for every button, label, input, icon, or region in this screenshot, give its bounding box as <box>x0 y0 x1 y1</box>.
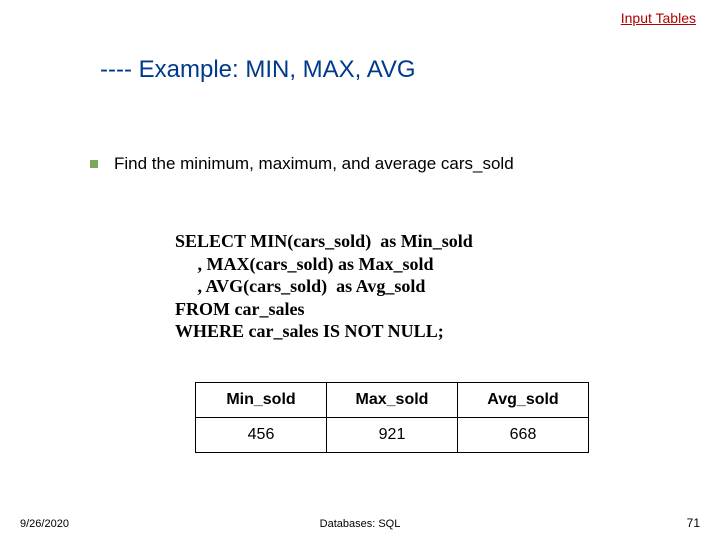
sql-line: WHERE car_sales IS NOT NULL; <box>175 321 444 341</box>
sql-line: , AVG(cars_sold) as Avg_sold <box>175 276 425 296</box>
table-cell: 921 <box>327 418 458 453</box>
bullet-item: Find the minimum, maximum, and average c… <box>90 154 514 174</box>
col-header: Min_sold <box>196 383 327 418</box>
bullet-text: Find the minimum, maximum, and average c… <box>114 154 514 174</box>
sql-line: SELECT MIN(cars_sold) as Min_sold <box>175 231 473 251</box>
result-table: Min_sold Max_sold Avg_sold 456 921 668 <box>195 382 589 453</box>
footer-page-number: 71 <box>687 516 700 530</box>
footer-title: Databases: SQL <box>0 518 720 530</box>
square-bullet-icon <box>90 160 98 168</box>
sql-line: , MAX(cars_sold) as Max_sold <box>175 254 434 274</box>
col-header: Avg_sold <box>458 383 589 418</box>
table-row: 456 921 668 <box>196 418 589 453</box>
table-cell: 668 <box>458 418 589 453</box>
sql-line: FROM car_sales <box>175 299 304 319</box>
table-header-row: Min_sold Max_sold Avg_sold <box>196 383 589 418</box>
page-title: ---- Example: MIN, MAX, AVG <box>100 56 416 84</box>
table-cell: 456 <box>196 418 327 453</box>
input-tables-link[interactable]: Input Tables <box>621 10 696 26</box>
col-header: Max_sold <box>327 383 458 418</box>
sql-code-block: SELECT MIN(cars_sold) as Min_sold , MAX(… <box>175 230 473 343</box>
